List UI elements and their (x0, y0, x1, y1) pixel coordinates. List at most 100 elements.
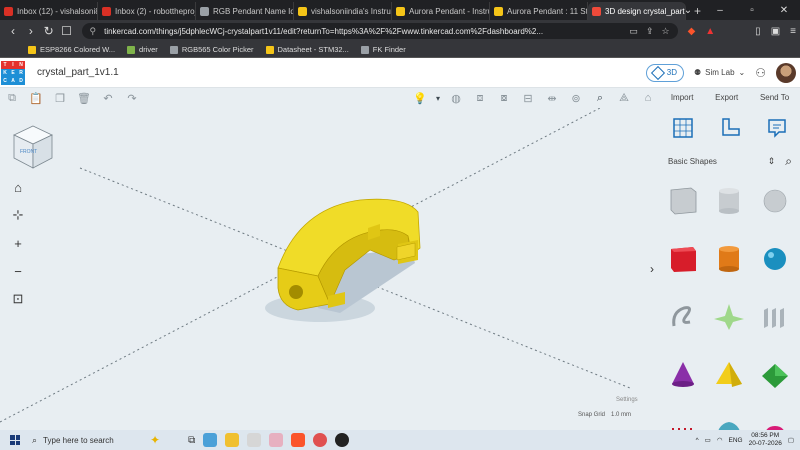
light-bulb-icon[interactable]: 💡 (408, 89, 432, 107)
task-view-icon[interactable]: ⧉ (188, 435, 195, 446)
app-icon[interactable] (313, 433, 328, 447)
zoom-in-icon[interactable]: + (6, 232, 30, 254)
box-hole-shape[interactable] (660, 186, 706, 216)
snap-grid[interactable]: Snap Grid 1.0 mm (578, 412, 631, 418)
workplane-icon[interactable] (671, 116, 695, 140)
shape-library-select[interactable]: Basic Shapes ⇕ ⌕ (668, 154, 792, 169)
language-indicator[interactable]: ENG (729, 437, 743, 444)
browser-tab[interactable]: vishalsoniindia's Instructab× (294, 2, 392, 20)
home-view-icon[interactable]: ⌂ (6, 176, 30, 198)
brave-shield-icon[interactable]: ◆ (688, 26, 696, 37)
back-icon[interactable]: ‹ (4, 24, 22, 38)
zoom-out-icon[interactable]: − (6, 260, 30, 282)
perspective-icon[interactable]: ⊡ (6, 288, 30, 310)
wallet-icon[interactable]: ▣ (771, 26, 780, 37)
sphere-shape[interactable] (752, 244, 798, 274)
ungroup-icon[interactable]: ⧇ (492, 89, 516, 107)
bookmark-item[interactable]: driver (127, 45, 158, 54)
cylinder-hole-shape[interactable] (706, 186, 752, 216)
browser-tab[interactable]: Inbox (12) - vishalsoni815× (0, 2, 98, 20)
ruler-icon[interactable] (718, 116, 742, 140)
panel-collapse-chevron-icon[interactable]: › (650, 262, 654, 276)
box-shape[interactable] (660, 244, 706, 274)
app-icon[interactable] (269, 433, 284, 447)
search-icon[interactable]: ⌕ (785, 154, 792, 169)
pyramid-shape[interactable] (706, 360, 752, 390)
roof-shape[interactable] (752, 360, 798, 390)
start-button[interactable] (4, 430, 26, 450)
undo-icon[interactable]: ↶ (96, 89, 120, 107)
graph-shape[interactable] (706, 302, 752, 332)
wifi-icon[interactable]: ◠ (717, 436, 723, 444)
view-cube[interactable]: FRONT (10, 122, 56, 172)
sim-lab-button[interactable]: ⚉ Sim Lab ⌄ (694, 68, 745, 77)
minimize-icon[interactable]: – (704, 0, 736, 20)
notification-icon[interactable]: ▢ (788, 436, 794, 444)
bookmark-item[interactable]: FK Finder (360, 45, 406, 54)
text-shape[interactable] (752, 302, 798, 332)
file-explorer-icon[interactable] (225, 433, 240, 447)
ruler-icon[interactable]: ⟁ (612, 89, 636, 107)
browser-tab[interactable]: Aurora Pendant : 11 Steps× (490, 2, 588, 20)
cone-shape[interactable] (660, 360, 706, 390)
shape-icon[interactable]: ◍ (444, 89, 468, 107)
bookmark-item[interactable]: ESP8266 Colored W... (28, 45, 115, 54)
chevron-down-icon[interactable]: ⌄ (672, 0, 704, 20)
group-icon[interactable]: ⧈ (468, 89, 492, 107)
clock[interactable]: 08:56 PM 20-07-2026 (749, 432, 782, 448)
copy-icon[interactable]: ⧉ (0, 89, 24, 107)
bookmark-item[interactable]: RGB565 Color Picker (169, 45, 254, 54)
forward-icon[interactable]: › (22, 24, 40, 38)
notes-icon[interactable]: ⌕ (588, 89, 612, 107)
sidebar-icon[interactable]: ▯ (755, 26, 761, 37)
reload-icon[interactable]: ↻ (40, 24, 58, 38)
browser-tab[interactable]: RGB Pendant Name Ideas× (196, 2, 294, 20)
maximize-icon[interactable]: ▫ (736, 0, 768, 20)
app-icon[interactable] (247, 433, 262, 447)
bookmark-item[interactable]: Datasheet - STM32... (265, 45, 349, 54)
app-icon[interactable] (335, 433, 350, 447)
scribble-shape[interactable] (660, 302, 706, 332)
avatar[interactable] (776, 62, 796, 83)
sparkle-icon[interactable]: ✦ (150, 433, 160, 447)
settings-link[interactable]: Settings (616, 397, 638, 403)
send-to-button[interactable]: Send To (760, 93, 789, 102)
app-icon[interactable] (203, 433, 218, 447)
cast-icon[interactable]: ▭ (629, 26, 638, 37)
taskbar-search[interactable]: ⌕ Type here to search (32, 435, 132, 446)
notes-icon[interactable] (765, 116, 789, 140)
menu-icon[interactable]: ≡ (790, 26, 796, 37)
redo-icon[interactable]: ↷ (120, 89, 144, 107)
browser-tab[interactable]: Inbox (2) - robottheproject× (98, 2, 196, 20)
cylinder-shape[interactable] (706, 244, 752, 274)
workplane-canvas[interactable]: FRONT ⌂ ⊹ + − ⊡ (0, 108, 660, 430)
chevron-up-icon[interactable]: ^ (696, 437, 699, 444)
site-info-icon[interactable]: ⚲ (90, 26, 97, 37)
dropdown-arrow-icon[interactable]: ▾ (432, 89, 444, 107)
crystal-part-model[interactable] (0, 108, 660, 430)
align-icon[interactable]: ⊟ (516, 89, 540, 107)
import-button[interactable]: Import (671, 93, 694, 102)
close-window-icon[interactable]: ✕ (768, 0, 800, 20)
mirror-icon[interactable]: ⇹ (540, 89, 564, 107)
brave-rewards-icon[interactable]: ▲ (705, 26, 715, 37)
battery-icon[interactable]: ▭ (705, 436, 711, 444)
star-icon[interactable]: ☆ (661, 26, 669, 37)
export-button[interactable]: Export (715, 93, 738, 102)
share-icon[interactable]: ⇪ (646, 26, 654, 37)
view-3d-button[interactable]: 3D (645, 63, 684, 82)
design-title[interactable]: crystal_part_1v1.1 (37, 67, 119, 78)
workplane-icon[interactable]: ⌂ (636, 89, 660, 107)
tinkercad-logo[interactable]: T I N K E R C A D (1, 60, 25, 85)
brave-browser-icon[interactable] (291, 433, 306, 447)
bookmark-icon[interactable]: ☐ (58, 24, 76, 38)
sphere-hole-shape[interactable] (752, 186, 798, 216)
add-user-icon[interactable]: ⚇ (755, 66, 766, 80)
paste-icon[interactable]: 📋 (24, 89, 48, 107)
browser-tab[interactable]: Aurora Pendant - Instructab× (392, 2, 490, 20)
cruise-icon[interactable]: ⊚ (564, 89, 588, 107)
fit-view-icon[interactable]: ⊹ (6, 204, 30, 226)
delete-icon[interactable]: 🗑 (72, 89, 96, 107)
url-field[interactable]: ⚲ tinkercad.com/things/j5dphlecWCj-cryst… (81, 23, 678, 39)
duplicate-icon[interactable]: ❐ (48, 89, 72, 107)
